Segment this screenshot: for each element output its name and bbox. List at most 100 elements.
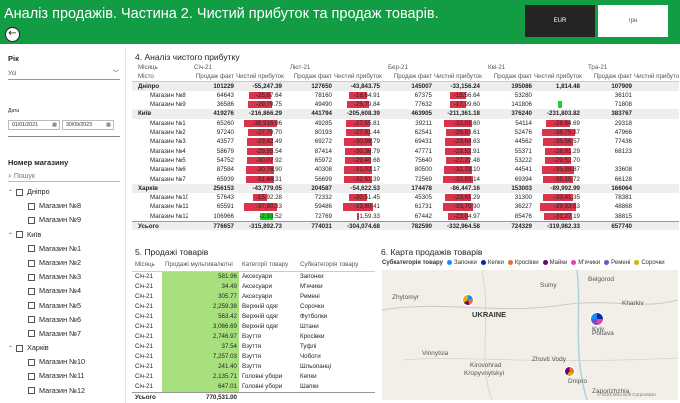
checkbox[interactable] [16,231,23,239]
calendar-icon[interactable]: ▦ [106,121,111,129]
table-cell: 43577 [216,138,234,146]
table-cell: -31,48.31 [255,175,282,183]
checkbox[interactable] [28,202,35,210]
row-label: Магазин №1 [150,119,186,127]
checkbox[interactable] [28,373,35,381]
tree-item-store[interactable]: Магазин №9 [8,213,123,227]
date-to-input[interactable]: 30/09/2023 ▦ [62,120,114,130]
tree-item-store[interactable]: Магазин №7 [8,327,123,341]
currency-uah-button[interactable]: грн [598,5,668,37]
table-cell: 441794 [311,110,332,118]
table-cell: -33,156.24 [450,82,480,90]
tree-item-store[interactable]: Магазин №10 [8,355,123,369]
table-cell: -35,88.87 [553,166,580,174]
collapse-icon[interactable]: ⌃ [8,229,16,243]
legend-item[interactable]: Ремені [611,260,630,266]
tree-item-store[interactable]: Магазин №12 [8,384,123,398]
table-cell: 376240 [511,110,532,118]
table-cell: -205,608.39 [346,110,380,118]
back-arrow-icon[interactable]: ← [5,27,20,42]
table-row: Магазин №10 57643 -15,92.28 72332 -20,51.45 4… [132,193,679,202]
tree-item-store[interactable]: Магазин №8 [8,199,123,213]
table-cell: 57643 [216,194,234,202]
checkbox[interactable] [28,330,35,338]
table-cell: -26,83.61 [453,129,480,137]
store-slicer-label: Номер магазину [8,158,69,167]
pie-marker-dnipro[interactable] [462,294,474,306]
table-cell: -29,61.29 [453,194,480,202]
currency-eur-button[interactable]: EUR [525,5,595,37]
table-cell: -332,964.58 [446,223,480,231]
legend-item[interactable]: Майки [550,260,568,266]
table-cell [534,91,582,100]
tree-item-kharkiv[interactable]: ⌃ Харків [8,341,123,355]
date-from-input[interactable]: 01/01/2021 ▦ [8,120,60,130]
checkbox[interactable] [28,273,35,281]
tree-item-store[interactable]: Магазин №5 [8,299,123,313]
checkbox[interactable] [28,216,35,224]
product-sales-table: 5. Продажі товарів Місяць Продажі мультив… [132,246,375,403]
column-header: Чистий прибуток [334,73,382,81]
collapse-icon[interactable]: ⌃ [8,186,16,200]
checkbox[interactable] [16,344,23,352]
checkbox[interactable] [28,245,35,253]
collapse-icon[interactable]: ⌃ [8,342,16,356]
table-cell: 305.77 [218,293,237,300]
table-cell: 36586 [216,101,234,109]
tree-item-dnipro[interactable]: ⌃ Дніпро [8,185,123,199]
checkbox[interactable] [28,387,35,395]
store-tree: ⌃ Дніпро Магазин №8 Магазин №9 ⌃ Київ Мага… [8,185,123,398]
row-label: Магазин №9 [150,101,186,109]
search-input[interactable]: ⌕ Пошук [8,170,120,182]
table-cell: -27,55.81 [353,119,380,127]
table-cell: 37.54 [221,343,237,350]
row-label: Магазин №12 [150,212,188,220]
pie-marker-kharkiv[interactable] [564,366,575,377]
tree-item-store[interactable]: Магазин №2 [8,256,123,270]
table-cell: Ремені [300,293,320,300]
tree-label: Магазин №10 [39,357,86,367]
checkbox[interactable] [28,287,35,295]
table-cell: -38,916.96 [252,119,282,127]
map-place-label: UKRAINE [472,310,507,319]
pie-marker-kyiv[interactable] [590,312,604,326]
checkbox[interactable] [28,259,35,267]
checkbox[interactable] [28,358,35,366]
tree-item-kyiv[interactable]: ⌃ Київ [8,228,123,242]
table-cell: 145007 [411,82,432,90]
tree-item-store[interactable]: Магазин №11 [8,369,123,383]
year-dropdown[interactable]: Усі ﹀ [8,68,120,80]
table-cell: 87584 [216,166,234,174]
legend-item[interactable]: Кросівки [515,260,539,266]
table-cell: -31,02.17 [353,166,380,174]
legend-item[interactable]: Кепки [488,260,504,266]
legend-item[interactable]: М'ячики [578,260,600,266]
profit-analysis-table: 4. Аналіз чистого прибутку Місяць Січ-21 Л… [132,51,679,246]
table-cell: 80193 [314,129,332,137]
table-cell: -33,83.14 [453,175,480,183]
map-copyright: © 2023 Microsoft Corporation [597,392,656,397]
table-cell: 127650 [311,82,332,90]
date-range-slider[interactable] [8,136,120,137]
tree-label: Магазин №11 [39,371,85,381]
header-bar: Аналіз продажів. Частина 2. Чистий прибу… [0,0,680,44]
map-canvas[interactable]: Zhytomyr Kyiv Sumy Belgorod Kharkiv UKRAINE Po… [381,269,679,401]
tree-item-store[interactable]: Магазин №1 [8,242,123,256]
table-cell: 72769 [314,212,332,220]
legend-item[interactable]: Сорочки [641,260,664,266]
table-cell: -29,79.75 [255,101,282,109]
tree-item-store[interactable]: Магазин №3 [8,270,123,284]
checkbox[interactable] [28,316,35,324]
checkbox[interactable] [16,188,23,196]
profit-table-title: 4. Аналіз чистого прибутку [135,52,240,62]
calendar-icon[interactable]: ▦ [52,121,57,129]
map-place-label: Kharkiv [622,300,644,307]
legend-item[interactable]: Запонки [454,260,477,266]
tree-item-store[interactable]: Магазин №6 [8,313,123,327]
map-place-label: Vinnytsia [422,350,449,357]
table-cell: 174478 [411,184,432,192]
checkbox[interactable] [28,302,35,310]
table-cell: 166064 [611,184,632,192]
legend-dot [634,259,640,265]
tree-item-store[interactable]: Магазин №4 [8,284,123,298]
